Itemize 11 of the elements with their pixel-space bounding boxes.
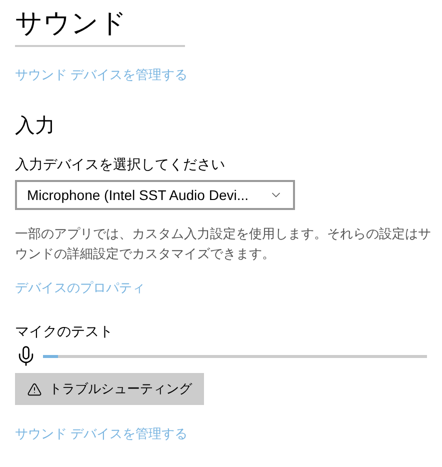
manage-devices-link[interactable]: サウンド デバイスを管理する [15,67,188,82]
manage-devices-link[interactable]: サウンド デバイスを管理する [15,426,188,441]
troubleshoot-label: トラブルシューティング [49,380,192,398]
troubleshoot-button[interactable]: トラブルシューティング [15,373,204,405]
device-properties-link[interactable]: デバイスのプロパティ [15,280,145,295]
mic-test-label: マイクのテスト [15,322,114,341]
description-text: 一部のアプリでは、カスタム入力設定を使用します。それらの設定はサウンドの詳細設定でカスタマイズできます。 [15,225,432,263]
device-dropdown[interactable]: Microphone (Intel SST Audio Devi... [15,180,295,210]
page-title: サウンド [15,7,128,40]
device-label: 入力デバイスを選択してください [15,155,226,174]
section-title: 入力 [15,114,56,139]
